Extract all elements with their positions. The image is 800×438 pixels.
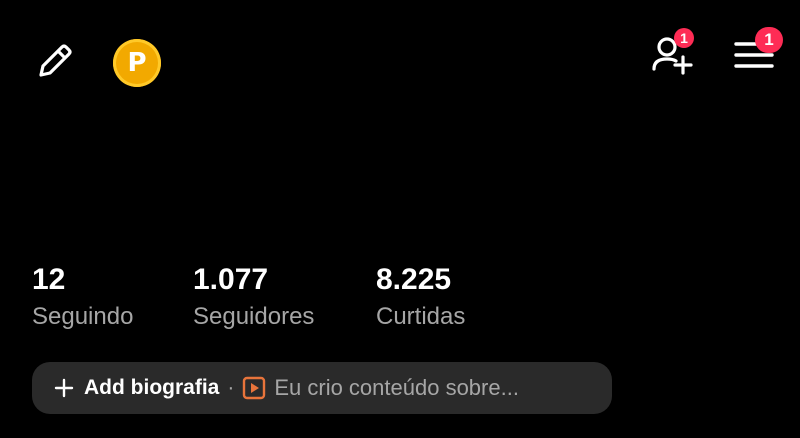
coins-button[interactable]: P (110, 36, 164, 90)
likes-count: 8.225 (376, 263, 452, 296)
stat-followers[interactable]: 1.077 Seguidores (193, 262, 376, 332)
profile-stats: 12 Seguindo 1.077 Seguidores 8.225 Curti… (32, 262, 516, 332)
stat-likes[interactable]: 8.225 Curtidas (376, 262, 516, 332)
plus-icon (54, 378, 74, 398)
play-icon (243, 376, 266, 400)
add-bio-label: Add biografia (84, 376, 220, 399)
coin-letter: P (127, 48, 147, 78)
followers-count: 1.077 (193, 263, 269, 296)
following-count: 12 (32, 263, 66, 296)
likes-label: Curtidas (376, 303, 466, 330)
stat-following[interactable]: 12 Seguindo (32, 262, 193, 332)
coin-icon: P (113, 39, 161, 87)
separator-dot: · (227, 376, 235, 399)
friend-notification-badge: 1 (674, 28, 694, 48)
add-bio-button[interactable]: Add biografia · Eu crio conteúdo sobre..… (32, 362, 612, 414)
menu-notification-badge: 1 (755, 27, 783, 53)
bio-preview-text: Eu crio conteúdo sobre... (274, 375, 519, 400)
edit-profile-button[interactable] (30, 36, 80, 86)
followers-label: Seguidores (193, 303, 315, 330)
pencil-icon (39, 44, 72, 77)
following-label: Seguindo (32, 303, 134, 330)
